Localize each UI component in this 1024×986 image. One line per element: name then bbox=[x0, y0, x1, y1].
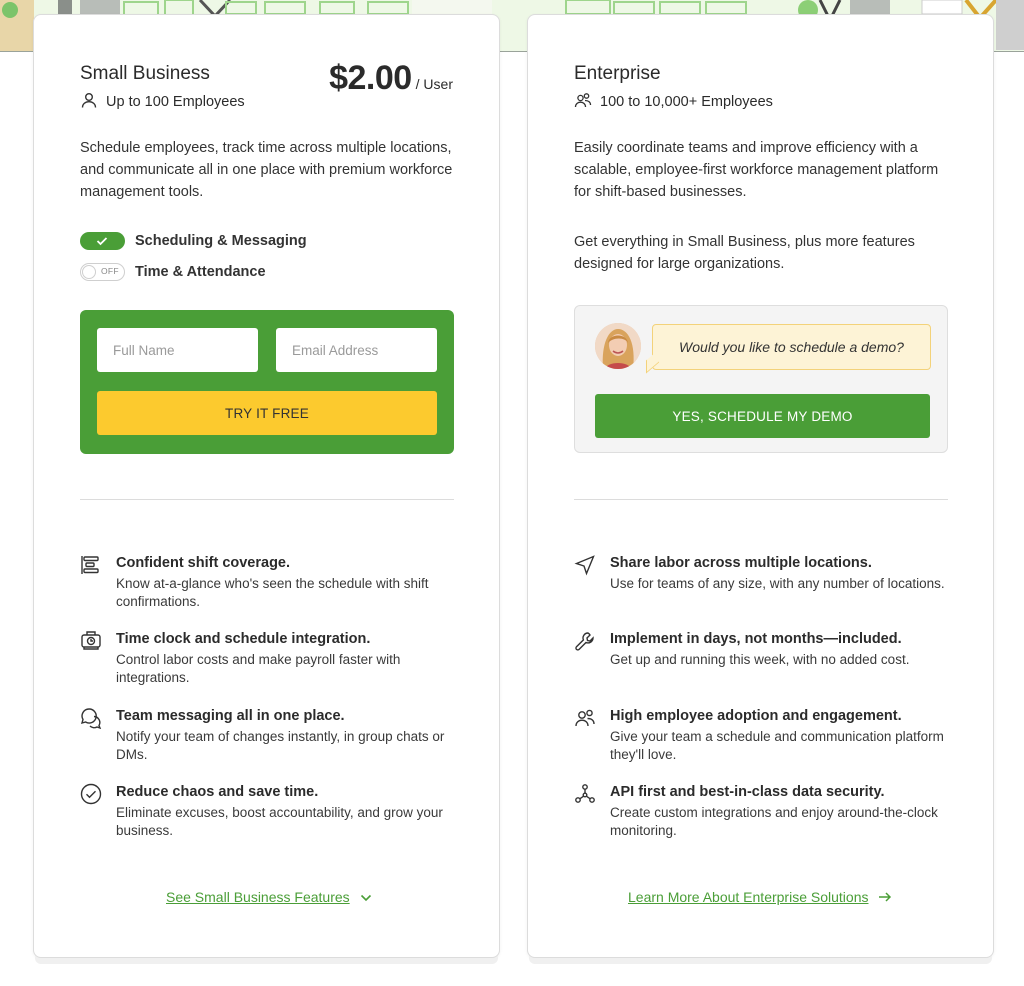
toggle-time-attendance[interactable]: OFF Time & Attendance bbox=[80, 263, 266, 281]
toggle-label: Scheduling & Messaging bbox=[135, 233, 307, 249]
network-nodes-icon bbox=[574, 783, 596, 805]
location-arrow-icon bbox=[574, 554, 596, 576]
plan-description: Easily coordinate teams and improve effi… bbox=[574, 140, 939, 200]
toggle-label: Time & Attendance bbox=[135, 264, 266, 280]
learn-more-enterprise-link[interactable]: Learn More About Enterprise Solutions bbox=[628, 889, 892, 905]
feature-text: Notify your team of changes instantly, i… bbox=[116, 729, 445, 762]
full-name-input[interactable] bbox=[97, 328, 258, 372]
see-small-business-features-link[interactable]: See Small Business Features bbox=[166, 889, 372, 905]
wrench-icon bbox=[574, 630, 596, 652]
link-label: Learn More About Enterprise Solutions bbox=[628, 889, 869, 905]
toggle-scheduling-messaging[interactable]: Scheduling & Messaging bbox=[80, 232, 307, 250]
chat-bubbles-icon bbox=[80, 707, 102, 730]
toggle-switch-on[interactable] bbox=[80, 232, 125, 250]
feature-text: Create custom integrations and enjoy aro… bbox=[610, 805, 938, 838]
feature-title: API first and best-in-class data securit… bbox=[610, 784, 885, 800]
plan-employee-range-label: Up to 100 Employees bbox=[106, 94, 245, 110]
email-address-input[interactable] bbox=[276, 328, 437, 372]
link-label: See Small Business Features bbox=[166, 889, 350, 905]
plan-description-extra: Get everything in Small Business, plus m… bbox=[574, 234, 915, 272]
check-circle-icon bbox=[80, 783, 102, 805]
chevron-down-icon bbox=[360, 889, 372, 905]
feature-text: Give your team a schedule and communicat… bbox=[610, 729, 944, 762]
divider bbox=[574, 499, 948, 500]
schedule-demo-button[interactable]: YES, SCHEDULE MY DEMO bbox=[595, 394, 930, 438]
small-business-plan-card: Small Business Up to 100 Employees $2.00… bbox=[33, 14, 500, 958]
price-unit: / User bbox=[415, 76, 453, 92]
plan-title: Enterprise bbox=[574, 63, 661, 84]
feature-text: Get up and running this week, with no ad… bbox=[610, 652, 910, 667]
feature-text: Know at-a-glance who's seen the schedule… bbox=[116, 576, 429, 609]
schedule-demo-panel: Would you like to schedule a demo? YES, … bbox=[574, 305, 948, 453]
price-amount: $2.00 bbox=[329, 59, 412, 97]
shift-bars-icon bbox=[80, 554, 102, 576]
feature-title: Team messaging all in one place. bbox=[116, 708, 345, 724]
checkmark-icon bbox=[96, 237, 108, 246]
enterprise-plan-card: Enterprise 100 to 10,000+ Employees Easi… bbox=[527, 14, 994, 958]
plan-employee-range-label: 100 to 10,000+ Employees bbox=[600, 94, 773, 110]
arrow-right-icon bbox=[878, 889, 892, 905]
price: $2.00 / User bbox=[329, 59, 453, 98]
feature-text: Eliminate excuses, boost accountability,… bbox=[116, 805, 443, 838]
free-trial-form: TRY IT FREE bbox=[80, 310, 454, 454]
toggle-switch-off[interactable]: OFF bbox=[80, 263, 125, 281]
demo-question-bubble: Would you like to schedule a demo? bbox=[652, 324, 931, 370]
feature-text: Use for teams of any size, with any numb… bbox=[610, 576, 945, 591]
feature-title: Implement in days, not months—included. bbox=[610, 631, 902, 647]
toggle-knob bbox=[82, 265, 96, 279]
feature-title: Share labor across multiple locations. bbox=[610, 555, 872, 571]
toggle-state-label: OFF bbox=[101, 266, 119, 276]
try-it-free-button[interactable]: TRY IT FREE bbox=[97, 391, 437, 435]
feature-title: High employee adoption and engagement. bbox=[610, 708, 902, 724]
plan-title: Small Business bbox=[80, 63, 210, 84]
plan-employee-range: 100 to 10,000+ Employees bbox=[574, 91, 773, 113]
plan-employee-range: Up to 100 Employees bbox=[80, 91, 245, 113]
person-icon bbox=[80, 91, 98, 113]
feature-text: Control labor costs and make payroll fas… bbox=[116, 652, 401, 685]
divider bbox=[80, 499, 454, 500]
time-clock-icon bbox=[80, 630, 102, 652]
feature-title: Confident shift coverage. bbox=[116, 555, 291, 571]
feature-title: Time clock and schedule integration. bbox=[116, 631, 371, 647]
feature-title: Reduce chaos and save time. bbox=[116, 784, 319, 800]
plan-description: Schedule employees, track time across mu… bbox=[80, 140, 453, 200]
people-icon bbox=[574, 707, 596, 729]
avatar bbox=[595, 323, 641, 369]
people-icon bbox=[574, 91, 592, 113]
